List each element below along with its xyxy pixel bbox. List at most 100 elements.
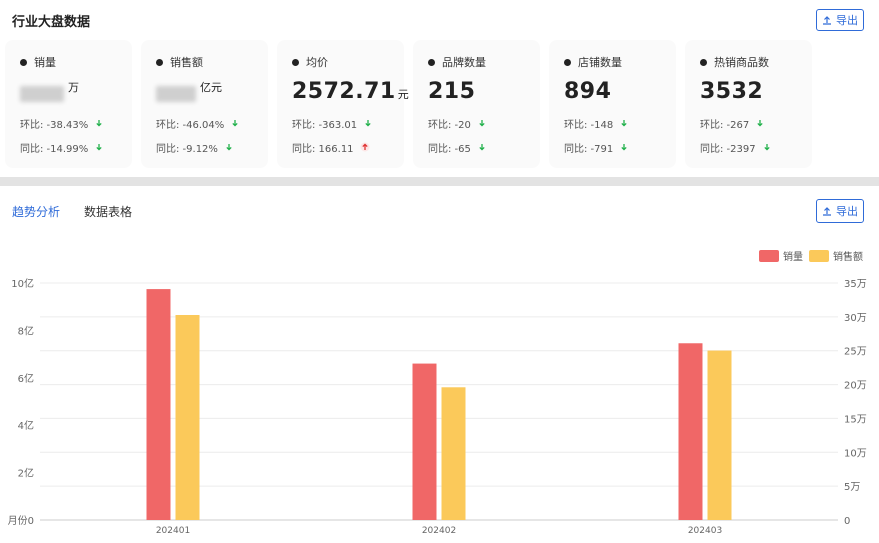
- metric-value: 3532: [700, 79, 764, 104]
- section-divider: [0, 177, 879, 186]
- arrow-down-icon: [763, 144, 770, 151]
- legend-swatch-sales-volume: [759, 250, 779, 262]
- metric-label-row: 品牌数量: [428, 54, 540, 70]
- metric-change-row: 环比: -20: [428, 113, 540, 133]
- metric-value-row: 万: [20, 79, 132, 109]
- change-text: 同比: -9.12%: [156, 143, 218, 155]
- metric-label-row: 均价: [292, 54, 404, 70]
- x-axis-tick: 202401: [156, 526, 190, 536]
- metric-change-row: 环比: -46.04%: [156, 113, 268, 133]
- bullet-icon: [564, 58, 571, 66]
- right-axis-tick: 25万: [844, 347, 867, 358]
- trend-chart: 月份0 2亿 4亿 6亿 8亿 10亿 0 5万 10万 15万 20万 25万 30万 35万 20240…: [8, 250, 867, 536]
- metric-change-row: 环比: -267: [700, 113, 812, 133]
- left-axis-tick: 4亿: [18, 419, 34, 432]
- x-axis-tick: 202402: [422, 526, 456, 536]
- right-axis-tick: 10万: [844, 448, 867, 459]
- metric-value-row: 2572.71 元: [292, 79, 409, 109]
- legend-label-sales-volume: 销量: [783, 250, 803, 263]
- metric-value-row: 3532: [700, 79, 812, 109]
- export-button[interactable]: 导出: [816, 9, 864, 31]
- metric-value-row: 894: [564, 79, 676, 109]
- metric-label-row: 销量: [20, 54, 132, 70]
- bar-sales-amount: [175, 314, 200, 520]
- export-table-button[interactable]: 导出: [816, 199, 864, 223]
- metric-label-row: 销售额: [156, 54, 268, 70]
- arrow-down-icon: [621, 120, 627, 127]
- left-axis-tick: 10亿: [11, 277, 34, 290]
- bullet-icon: [156, 58, 163, 66]
- left-axis-tick: 月份0: [8, 515, 34, 527]
- metric-label: 热销商品数: [714, 56, 769, 69]
- metric-label: 销售额: [170, 56, 203, 69]
- right-axis-tick: 15万: [844, 414, 867, 425]
- metric-value-row: 215: [428, 79, 540, 109]
- change-text: 环比: -38.43%: [20, 119, 89, 131]
- arrow-down-icon: [96, 120, 102, 127]
- arrow-down-icon: [757, 120, 763, 127]
- right-axis-tick: 20万: [844, 381, 867, 392]
- arrow-down-icon: [479, 144, 485, 151]
- bullet-icon: [20, 58, 27, 66]
- change-text: 环比: -363.01: [292, 119, 358, 131]
- arrow-down-icon: [232, 120, 238, 127]
- metric-unit: 亿元: [200, 81, 222, 94]
- metric-label: 均价: [306, 56, 328, 69]
- masked-value: [156, 86, 196, 102]
- change-text: 环比: -46.04%: [156, 119, 225, 131]
- right-axis-tick: 0: [844, 516, 850, 527]
- metric-unit: 元: [397, 88, 409, 101]
- overview-section: 行业大盘数据 导出 销量 万环比: -38.43% 同比: -14.99% 销售额 …: [0, 0, 879, 177]
- metric-change-row: 同比: 166.11: [292, 137, 404, 157]
- metric-card: 销量 万环比: -38.43% 同比: -14.99%: [5, 40, 132, 168]
- right-axis-tick: 5万: [844, 482, 860, 493]
- metric-change-row: 同比: -2397: [700, 137, 812, 157]
- right-axis-tick: 30万: [844, 313, 867, 324]
- masked-value: [20, 86, 64, 102]
- metric-change-row: 环比: -38.43%: [20, 113, 132, 133]
- bar-sales-volume: [678, 343, 703, 520]
- legend-label-sales-amount: 销售额: [833, 250, 863, 263]
- metric-change-row: 同比: -791: [564, 137, 676, 157]
- arrow-down-icon: [96, 144, 102, 151]
- legend-swatch-sales-amount: [809, 250, 829, 262]
- bar-sales-amount: [707, 350, 732, 520]
- bar-sales-volume: [412, 363, 437, 520]
- arrow-up-icon: [360, 142, 370, 152]
- metric-card: 店铺数量 894 环比: -148 同比: -791: [549, 40, 676, 168]
- bullet-icon: [428, 58, 435, 66]
- change-text: 同比: -65: [428, 143, 471, 155]
- metric-value: 894: [564, 79, 612, 104]
- metric-label-row: 店铺数量: [564, 54, 676, 70]
- change-text: 同比: -791: [564, 143, 614, 155]
- metric-change-row: 环比: -148: [564, 113, 676, 133]
- metric-card: 品牌数量 215 环比: -20 同比: -65: [413, 40, 540, 168]
- export-label: 导出: [836, 205, 858, 218]
- metric-label: 店铺数量: [578, 56, 622, 69]
- tab-table[interactable]: 数据表格: [84, 203, 132, 220]
- metric-change-row: 环比: -363.01: [292, 113, 404, 133]
- metric-value: 2572.71: [292, 79, 396, 104]
- metric-label: 销量: [34, 56, 56, 69]
- change-text: 同比: -14.99%: [20, 143, 89, 155]
- metric-label: 品牌数量: [442, 56, 486, 69]
- metric-label-row: 热销商品数: [700, 54, 812, 70]
- x-axis-tick: 202403: [688, 526, 722, 536]
- arrow-down-icon: [479, 120, 485, 127]
- metric-card: 销售额 亿元环比: -46.04% 同比: -9.12%: [141, 40, 268, 168]
- section-title: 行业大盘数据: [12, 15, 91, 30]
- bar-sales-amount: [441, 387, 466, 520]
- metric-change-row: 同比: -9.12%: [156, 137, 268, 157]
- bar-sales-volume: [146, 289, 171, 520]
- metric-change-row: 同比: -14.99%: [20, 137, 132, 157]
- change-text: 同比: -2397: [700, 143, 756, 155]
- right-axis-tick: 35万: [844, 279, 867, 290]
- upload-icon: [823, 207, 831, 216]
- change-text: 环比: -20: [428, 119, 471, 131]
- upload-icon: [823, 16, 831, 25]
- change-text: 同比: 166.11: [292, 143, 354, 155]
- left-axis-tick: 6亿: [18, 372, 34, 385]
- metric-cards: 销量 万环比: -38.43% 同比: -14.99% 销售额 亿元环比: -46.…: [5, 40, 812, 168]
- left-axis-tick: 2亿: [18, 467, 34, 480]
- tab-trend[interactable]: 趋势分析: [12, 203, 60, 220]
